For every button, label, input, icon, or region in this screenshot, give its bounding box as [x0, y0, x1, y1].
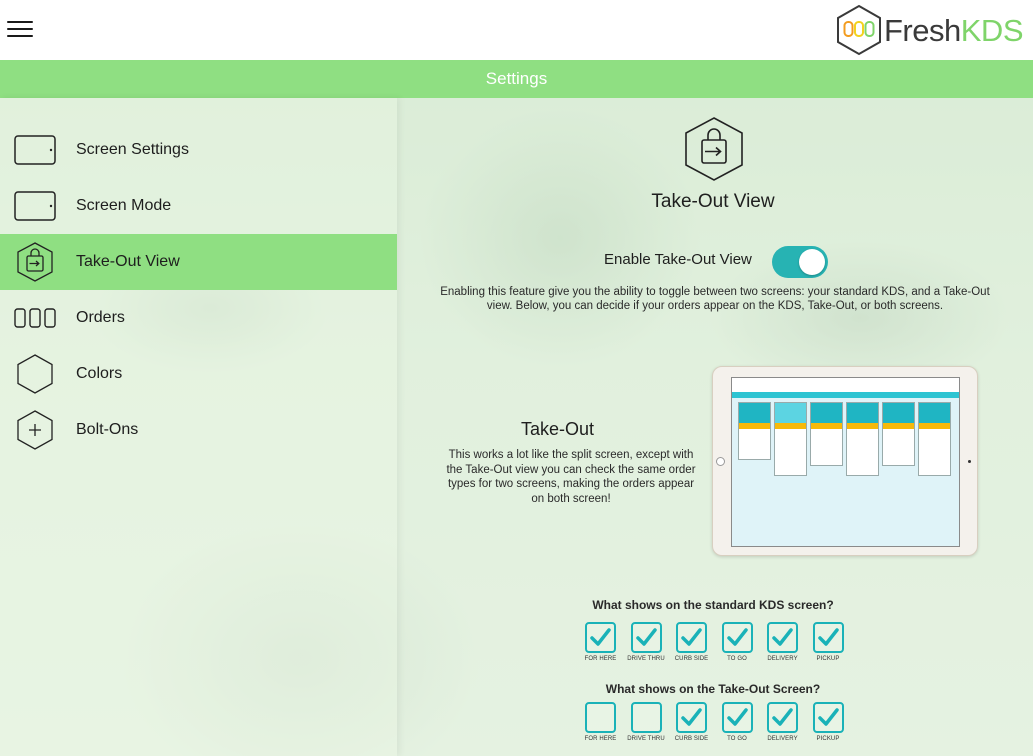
top-header: FreshKDS	[0, 0, 1033, 60]
order-type-checkbox[interactable]	[767, 702, 798, 733]
tablet-preview-illustration	[712, 366, 978, 556]
checkmark-icon	[817, 708, 839, 726]
sidebar-item-orders[interactable]: Orders	[0, 290, 397, 346]
logo-text-fresh: Fresh	[884, 12, 961, 48]
order-type-checkbox[interactable]	[721, 702, 753, 733]
preview-ticket	[882, 402, 915, 466]
enable-take-out-label: Enable Take-Out View	[604, 251, 752, 268]
settings-title: Settings	[485, 69, 548, 88]
checkmark-icon	[635, 628, 657, 646]
order-type-checkbox[interactable]	[812, 702, 844, 733]
order-type-checkbox[interactable]	[767, 622, 798, 653]
order-type-checkbox[interactable]	[585, 702, 616, 733]
order-type-checkbox[interactable]	[630, 622, 662, 653]
order-type-checkbox[interactable]	[676, 622, 707, 653]
sidebar-item-bolt-ons[interactable]: Bolt-Ons	[0, 402, 397, 458]
sidebar-item-screen-settings[interactable]: Screen Settings	[0, 122, 397, 178]
preview-ticket	[918, 402, 951, 476]
sidebar-item-take-out-view[interactable]: Take-Out View	[0, 234, 397, 290]
preview-ticket	[738, 402, 771, 460]
order-type-checkbox[interactable]	[585, 622, 616, 653]
checkmark-icon	[817, 628, 839, 646]
preview-ticket	[810, 402, 843, 466]
freshkds-logo: FreshKDS	[835, 4, 1024, 56]
order-type-label: CURB SIDE	[674, 656, 709, 662]
order-type-checkbox[interactable]	[812, 622, 844, 653]
take-out-explanation: This works a lot like the split screen, …	[446, 449, 696, 505]
checkmark-icon	[681, 628, 702, 646]
tablet-icon	[14, 186, 56, 226]
order-type-label: DRIVE THRU	[627, 736, 665, 742]
hamburger-menu-icon[interactable]	[7, 19, 33, 39]
page-title: Take-Out View	[651, 191, 775, 212]
checkmark-icon	[590, 628, 611, 646]
sidebar-item-label: Colors	[76, 365, 123, 382]
order-type-label: FOR HERE	[584, 656, 617, 662]
hexagon-icon	[14, 354, 56, 394]
takeout-bag-icon	[14, 242, 56, 282]
sidebar-item-colors[interactable]: Colors	[0, 346, 397, 402]
preview-ticket	[846, 402, 879, 476]
preview-title-bar	[732, 392, 959, 398]
sidebar-item-label: Bolt-Ons	[76, 421, 139, 438]
orders-columns-icon	[14, 298, 56, 338]
sidebar-item-label: Screen Mode	[76, 197, 172, 214]
order-type-checkbox[interactable]	[676, 702, 707, 733]
order-type-label: DELIVERY	[767, 656, 798, 662]
order-type-label: PICKUP	[816, 656, 840, 662]
tablet-home-button	[968, 460, 971, 463]
order-type-label: DRIVE THRU	[627, 656, 665, 662]
toggle-knob	[799, 249, 825, 275]
take-out-view-panel: Take-Out View Enable Take-Out View Enabl…	[397, 98, 1033, 756]
checkmark-icon	[772, 708, 793, 726]
logo-text: FreshKDS	[884, 12, 1024, 48]
logo-hexagon-icon	[837, 4, 881, 56]
sidebar-item-label: Orders	[76, 309, 125, 326]
sidebar-item-label: Screen Settings	[76, 141, 189, 158]
logo-text-kds: KDS	[960, 12, 1024, 48]
takeout-screen-question: What shows on the Take-Out Screen?	[605, 682, 821, 696]
take-out-heading: Take-Out	[521, 419, 595, 439]
tablet-camera	[716, 457, 725, 466]
checkmark-icon	[726, 708, 748, 726]
order-type-label: CURB SIDE	[674, 736, 709, 742]
plus-hexagon-icon	[14, 410, 56, 450]
checkmark-icon	[726, 628, 748, 646]
take-out-description: Enabling this feature give you the abili…	[440, 286, 990, 312]
enable-take-out-toggle[interactable]	[772, 246, 828, 278]
checkmark-icon	[681, 708, 702, 726]
order-type-label: DELIVERY	[767, 736, 798, 742]
takeout-bag-icon	[685, 117, 743, 181]
preview-header	[732, 378, 959, 392]
order-type-label: PICKUP	[816, 736, 840, 742]
checkmark-icon	[772, 628, 793, 646]
settings-sidebar: Screen Settings Screen Mode Take-Out Vie…	[0, 98, 397, 756]
order-type-checkbox[interactable]	[721, 622, 753, 653]
order-type-label: TO GO	[727, 736, 747, 742]
tablet-icon	[14, 130, 56, 170]
preview-ticket	[774, 402, 807, 476]
settings-title-bar: Settings	[0, 60, 1033, 98]
order-type-checkbox[interactable]	[630, 702, 662, 733]
order-type-label: TO GO	[727, 656, 747, 662]
enable-take-out-row: Enable Take-Out View	[604, 246, 864, 278]
order-type-label: FOR HERE	[584, 736, 617, 742]
sidebar-item-label: Take-Out View	[76, 253, 180, 270]
tablet-preview-screen	[731, 377, 960, 547]
sidebar-item-screen-mode[interactable]: Screen Mode	[0, 178, 397, 234]
standard-screen-question: What shows on the standard KDS screen?	[592, 598, 834, 612]
